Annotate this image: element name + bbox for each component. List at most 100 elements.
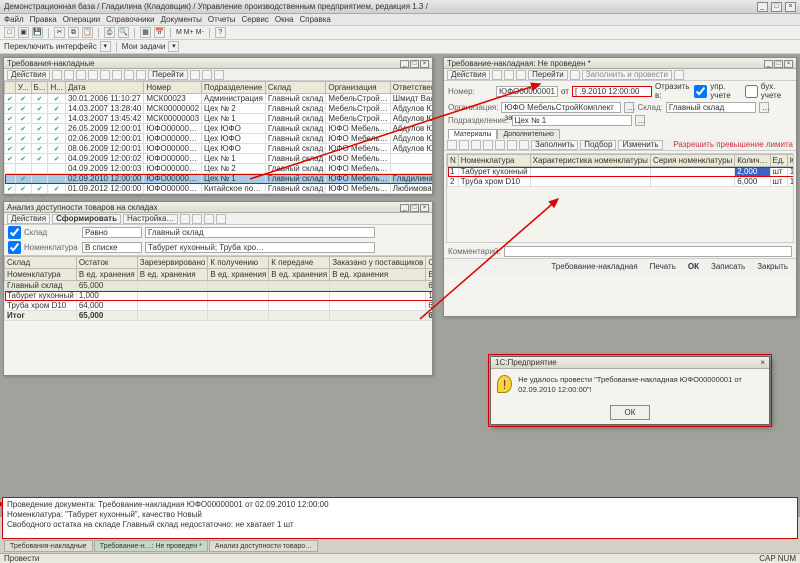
close-icon[interactable]: × bbox=[785, 2, 796, 12]
chevron-down-icon[interactable]: ▾ bbox=[168, 41, 179, 52]
maximize-icon[interactable]: □ bbox=[771, 2, 782, 12]
settings-icon[interactable] bbox=[180, 214, 190, 224]
close-button[interactable]: Закрыть bbox=[753, 261, 792, 272]
date-field[interactable]: [ .9.2010 12:00:00 bbox=[572, 86, 652, 97]
table-row[interactable]: ✔✔✔✔08.06.2009 12:00:01ЮФО00000…Цех ЮФОГ… bbox=[5, 144, 433, 154]
edit-icon[interactable] bbox=[64, 70, 74, 80]
pick-button[interactable]: Подбор bbox=[580, 140, 616, 150]
settings-icon[interactable] bbox=[202, 70, 212, 80]
help-icon[interactable] bbox=[570, 70, 580, 80]
add-row-icon[interactable] bbox=[447, 140, 457, 150]
generate-button[interactable]: Сформировать bbox=[52, 214, 121, 224]
filter-icon[interactable] bbox=[124, 70, 134, 80]
comment-field[interactable] bbox=[504, 246, 792, 257]
table-row[interactable]: ✔✔✔✔14.03.2007 13:28:40МСК00000002Цех № … bbox=[5, 104, 433, 114]
menu-ops[interactable]: Операции bbox=[63, 15, 100, 24]
help-icon[interactable] bbox=[214, 70, 224, 80]
dept-field[interactable]: Цех № 1 bbox=[512, 115, 632, 126]
sort-icon[interactable] bbox=[519, 140, 529, 150]
fin-accounting-checkbox[interactable] bbox=[745, 85, 758, 98]
tab-additional[interactable]: Дополнительно bbox=[497, 129, 559, 139]
delete-icon[interactable] bbox=[88, 70, 98, 80]
refresh-icon[interactable] bbox=[192, 214, 202, 224]
items-table[interactable]: NНоменклатураХарактеристика номенклатуры… bbox=[447, 154, 794, 187]
table-row[interactable]: 1Табурет кухонный2,000шт1,000Прочие обже… bbox=[448, 167, 795, 177]
help-icon[interactable] bbox=[216, 214, 226, 224]
goto-button[interactable]: Перейти bbox=[528, 70, 568, 80]
table-row[interactable]: ✔✔✔✔01.09.2012 12:00:00ЮФО00000…Китайско… bbox=[5, 184, 433, 194]
edit-row-icon[interactable] bbox=[483, 140, 493, 150]
documents-table[interactable]: У...Б...Н...ДатаНомерПодразделениеСкладО… bbox=[4, 81, 432, 194]
menu-docs[interactable]: Документы bbox=[161, 15, 202, 24]
chevron-down-icon[interactable]: ▾ bbox=[100, 41, 111, 52]
my-tasks-button[interactable]: Мои задачи bbox=[122, 42, 166, 51]
switch-interface-button[interactable]: Переключить интерфейс bbox=[4, 42, 97, 51]
menu-file[interactable]: Файл bbox=[4, 15, 24, 24]
new-icon[interactable]: □ bbox=[4, 27, 15, 38]
ok-button[interactable]: ОК bbox=[610, 405, 651, 420]
main-menu[interactable]: Файл Правка Операции Справочники Докумен… bbox=[0, 14, 800, 26]
select-icon[interactable]: … bbox=[759, 102, 769, 113]
change-button[interactable]: Изменить bbox=[618, 140, 662, 150]
select-icon[interactable]: … bbox=[635, 115, 645, 126]
minimize-icon[interactable]: _ bbox=[400, 204, 409, 212]
close-icon[interactable]: × bbox=[784, 60, 793, 68]
table-row[interactable]: ✔✔✔✔30.01.2006 11:10:27МСК00023Администр… bbox=[5, 94, 433, 104]
allow-overlimit-button[interactable]: Разрешить превышение лимита bbox=[673, 140, 793, 149]
actions-button[interactable]: Действия bbox=[7, 70, 50, 80]
org-field[interactable]: ЮФО МебельСтройКомплект завод bbox=[501, 102, 621, 113]
minimize-icon[interactable]: _ bbox=[757, 2, 768, 12]
add-icon[interactable] bbox=[52, 70, 62, 80]
ok-button[interactable]: ОК bbox=[684, 261, 703, 272]
menu-service[interactable]: Сервис bbox=[242, 15, 269, 24]
select-icon[interactable]: … bbox=[624, 102, 634, 113]
table-row[interactable]: ✔✔✔✔14.03.2007 13:45:42МСК00000003Цех № … bbox=[5, 114, 433, 124]
find-icon[interactable]: 🔍 bbox=[118, 27, 129, 38]
move-up-icon[interactable] bbox=[495, 140, 505, 150]
maximize-icon[interactable]: □ bbox=[774, 60, 783, 68]
menu-edit[interactable]: Правка bbox=[30, 15, 57, 24]
tab-materials[interactable]: Материалы bbox=[448, 129, 497, 139]
actions-button[interactable]: Действия bbox=[447, 70, 490, 80]
sort-icon[interactable] bbox=[136, 70, 146, 80]
table-row[interactable]: ✔02.09.2010 12:00:00ЮФО00000…Цех № 1Глав… bbox=[5, 174, 433, 184]
copy-icon[interactable] bbox=[76, 70, 86, 80]
table-row[interactable]: 04.09.2009 12:00:03ЮФО00000…Цех № 2Главн… bbox=[5, 164, 433, 174]
post-icon[interactable] bbox=[504, 70, 514, 80]
number-field[interactable]: ЮФО00000001 bbox=[496, 86, 558, 97]
print-icon[interactable]: ⎙ bbox=[104, 27, 115, 38]
calendar-icon[interactable]: 📅 bbox=[154, 27, 165, 38]
menu-help[interactable]: Справка bbox=[300, 15, 331, 24]
fill-and-post-button[interactable]: Заполнить и провести bbox=[582, 70, 672, 80]
table-row[interactable]: ✔✔✔✔26.05.2009 12:00:01ЮФО00000…Цех ЮФОГ… bbox=[5, 124, 433, 134]
calc-icon[interactable]: ▦ bbox=[140, 27, 151, 38]
maximize-icon[interactable]: □ bbox=[410, 60, 419, 68]
print-button[interactable]: Печать bbox=[646, 261, 680, 272]
print-form-button[interactable]: Требование-накладная bbox=[547, 261, 641, 272]
table-row[interactable]: Главный склад65,00065,000 bbox=[5, 281, 433, 291]
table-row[interactable]: Труба хром D1064,00064,000 bbox=[5, 301, 433, 311]
minimize-icon[interactable]: _ bbox=[764, 60, 773, 68]
cut-icon[interactable]: ✂ bbox=[54, 27, 65, 38]
close-icon[interactable]: × bbox=[420, 204, 429, 212]
menu-reports[interactable]: Отчеты bbox=[208, 15, 236, 24]
filter-op-field[interactable]: Равно bbox=[82, 227, 142, 238]
export-icon[interactable] bbox=[204, 214, 214, 224]
fill-button[interactable]: Заполнить bbox=[531, 140, 578, 150]
menu-ref[interactable]: Справочники bbox=[106, 15, 154, 24]
goto-button[interactable]: Перейти bbox=[148, 70, 188, 80]
tab-report[interactable]: Анализ доступности товаро… bbox=[209, 540, 318, 552]
tab-list[interactable]: Требования-накладные bbox=[4, 540, 93, 552]
message-log[interactable]: ● Проведение документа: Требование-накла… bbox=[2, 497, 798, 539]
table-row[interactable]: ✔✔✔✔04.09.2009 12:00:02ЮФО00000…Цех № 1Г… bbox=[5, 154, 433, 164]
unpost-icon[interactable] bbox=[516, 70, 526, 80]
setup-button[interactable]: Настройка… bbox=[123, 214, 178, 224]
save-icon[interactable]: 💾 bbox=[32, 27, 43, 38]
save-button[interactable]: Записать bbox=[707, 261, 749, 272]
filter-warehouse-checkbox[interactable] bbox=[8, 226, 21, 239]
table-row[interactable]: ✔✔✔✔02.06.2009 12:00:01ЮФО00000…Цех ЮФОГ… bbox=[5, 134, 433, 144]
help-icon[interactable]: ? bbox=[215, 27, 226, 38]
nav-icon[interactable] bbox=[100, 70, 110, 80]
filter-op-field[interactable]: В списке bbox=[82, 242, 142, 253]
report-icon[interactable] bbox=[674, 70, 684, 80]
